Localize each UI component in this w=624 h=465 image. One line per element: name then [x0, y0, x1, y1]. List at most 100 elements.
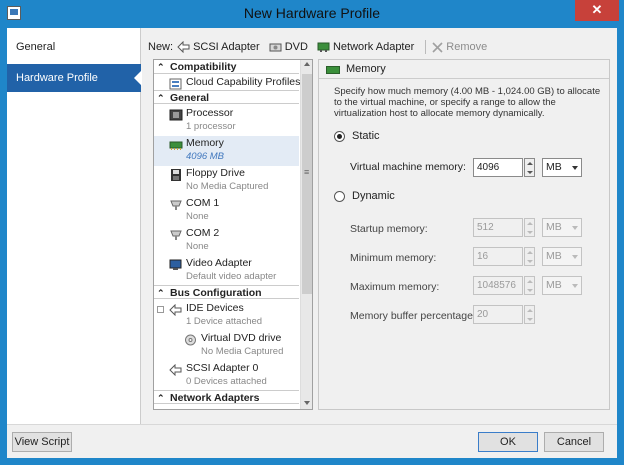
- vm-memory-input[interactable]: 4096: [473, 158, 523, 177]
- tree-item-com1[interactable]: COM 1 None: [154, 196, 299, 226]
- minimum-memory-input[interactable]: 16: [473, 247, 523, 266]
- section-general-label: General: [170, 92, 210, 104]
- collapse-chevron-icon: ⌃: [157, 93, 165, 103]
- memory-buffer-spinner[interactable]: [524, 305, 535, 324]
- tree-item-video-adapter[interactable]: Video Adapter Default video adapter: [154, 256, 299, 286]
- dynamic-radio[interactable]: [334, 191, 345, 202]
- static-label: Static: [352, 130, 380, 142]
- network-adapter-icon: [317, 42, 330, 52]
- grip-icon: ≡: [304, 167, 310, 177]
- chevron-down-icon: [572, 255, 578, 259]
- scsi-adapter-icon: [169, 364, 182, 376]
- remove-button[interactable]: Remove: [432, 41, 487, 53]
- tree-item-scsi-adapter-0[interactable]: SCSI Adapter 0 0 Devices attached: [154, 361, 299, 391]
- nav-item-general[interactable]: General: [7, 33, 141, 61]
- remove-label: Remove: [446, 41, 488, 53]
- tree-item-memory[interactable]: Memory 4096 MB: [154, 136, 299, 166]
- tree-item-detail: No Media Captured: [201, 346, 284, 357]
- dvd-disc-icon: [185, 334, 196, 346]
- minimum-memory-spinner[interactable]: [524, 247, 535, 266]
- dialog-body: General Hardware Profile New: SCSI Adapt…: [7, 28, 617, 458]
- toolbar-divider: [425, 40, 427, 54]
- expand-box-icon[interactable]: [157, 306, 164, 313]
- collapse-chevron-icon: ⌃: [157, 393, 165, 403]
- minimum-memory-label: Minimum memory:: [350, 252, 437, 264]
- detail-title: Memory: [346, 63, 386, 75]
- ok-button[interactable]: OK: [478, 432, 538, 452]
- memory-detail-panel: Memory Specify how much memory (4.00 MB …: [318, 59, 610, 410]
- tree-item-name: Cloud Capability Profiles: [186, 76, 301, 88]
- tree-item-virtual-dvd-drive[interactable]: Virtual DVD drive No Media Captured: [154, 331, 299, 361]
- startup-memory-label: Startup memory:: [350, 223, 428, 235]
- cancel-button[interactable]: Cancel: [544, 432, 604, 452]
- section-general[interactable]: ⌃ General: [154, 90, 299, 104]
- minimum-memory-unit-select[interactable]: MB: [542, 247, 582, 266]
- tree-item-name: Floppy Drive: [186, 167, 245, 179]
- network-adapter-label: Network Adapter: [332, 41, 415, 53]
- tree-item-com2[interactable]: COM 2 None: [154, 226, 299, 256]
- unit-value: MB: [546, 250, 562, 262]
- title-bar: New Hardware Profile ✕: [0, 0, 624, 27]
- maximum-memory-unit-select[interactable]: MB: [542, 276, 582, 295]
- maximum-memory-label: Maximum memory:: [350, 281, 440, 293]
- tree-item-name: Video Adapter: [186, 257, 252, 269]
- close-button[interactable]: ✕: [575, 0, 619, 21]
- tree-item-detail: None: [186, 211, 209, 222]
- chevron-down-icon: [572, 166, 578, 170]
- startup-memory-spinner[interactable]: [524, 218, 535, 237]
- startup-memory-input[interactable]: 512: [473, 218, 523, 237]
- dynamic-label: Dynamic: [352, 190, 395, 202]
- section-compatibility[interactable]: ⌃ Compatibility: [154, 60, 299, 74]
- section-bus-configuration[interactable]: ⌃ Bus Configuration: [154, 285, 299, 299]
- memory-buffer-input[interactable]: 20: [473, 305, 523, 324]
- startup-memory-unit-select[interactable]: MB: [542, 218, 582, 237]
- vm-memory-unit-select[interactable]: MB: [542, 158, 582, 177]
- static-radio[interactable]: [334, 131, 345, 142]
- new-scsi-adapter-button[interactable]: SCSI Adapter: [177, 41, 260, 53]
- ide-controller-icon: [169, 304, 182, 316]
- tree-item-processor[interactable]: Processor 1 processor: [154, 106, 299, 136]
- vm-memory-label: Virtual machine memory:: [350, 161, 466, 173]
- detail-header: Memory: [319, 60, 609, 79]
- maximum-memory-input[interactable]: 1048576: [473, 276, 523, 295]
- tree-scrollbar[interactable]: ≡: [300, 60, 312, 409]
- tree-item-name: IDE Devices: [186, 302, 244, 314]
- dialog-window: New Hardware Profile ✕ General Hardware …: [0, 0, 624, 465]
- section-network-adapters[interactable]: ⌃ Network Adapters: [154, 390, 299, 404]
- tree-item-detail: 4096 MB: [186, 151, 225, 162]
- collapse-chevron-icon: ⌃: [157, 62, 165, 72]
- maximum-memory-spinner[interactable]: [524, 276, 535, 295]
- chevron-down-icon: [572, 226, 578, 230]
- com-port-icon: [170, 200, 182, 210]
- tree-item-detail: 0 Devices attached: [186, 376, 267, 387]
- scsi-adapter-icon: [177, 41, 190, 53]
- memory-icon: [326, 66, 340, 74]
- new-network-adapter-button[interactable]: Network Adapter: [317, 41, 414, 53]
- cloud-profile-icon: [169, 78, 182, 90]
- view-script-button[interactable]: View Script: [12, 432, 72, 452]
- dvd-label: DVD: [284, 41, 308, 53]
- tree-item-ide-devices[interactable]: IDE Devices 1 Device attached: [154, 301, 299, 331]
- tree-item-detail: Default video adapter: [186, 271, 277, 282]
- section-network-adapters-label: Network Adapters: [170, 392, 260, 404]
- section-bus-configuration-label: Bus Configuration: [170, 287, 262, 299]
- section-compatibility-label: Compatibility: [170, 61, 237, 73]
- tree-item-detail: 1 processor: [186, 121, 236, 132]
- tree-item-floppy-drive[interactable]: Floppy Drive No Media Captured: [154, 166, 299, 196]
- new-dvd-button[interactable]: DVD: [269, 41, 308, 53]
- tree-item-name: Memory: [186, 137, 224, 149]
- dvd-icon: [269, 43, 282, 52]
- scrollbar-thumb[interactable]: [302, 74, 312, 294]
- tree-item-detail: 1 Device attached: [186, 316, 263, 327]
- tree-item-name: Processor: [186, 107, 234, 119]
- scroll-up-arrow-icon[interactable]: [304, 62, 310, 66]
- vm-memory-spinner[interactable]: [524, 158, 535, 177]
- tree-item-cloud-capability-profiles[interactable]: Cloud Capability Profiles: [154, 75, 301, 91]
- scroll-down-arrow-icon[interactable]: [304, 401, 310, 405]
- memory-buffer-label: Memory buffer percentage:: [350, 310, 476, 322]
- tree-item-name: COM 1: [186, 197, 220, 209]
- hardware-tree: ⌃ Compatibility Cloud Capability Profile…: [153, 59, 313, 410]
- nav-item-hardware-profile[interactable]: Hardware Profile: [7, 64, 142, 92]
- unit-value: MB: [546, 221, 562, 233]
- tree-item-detail: No Media Captured: [186, 181, 269, 192]
